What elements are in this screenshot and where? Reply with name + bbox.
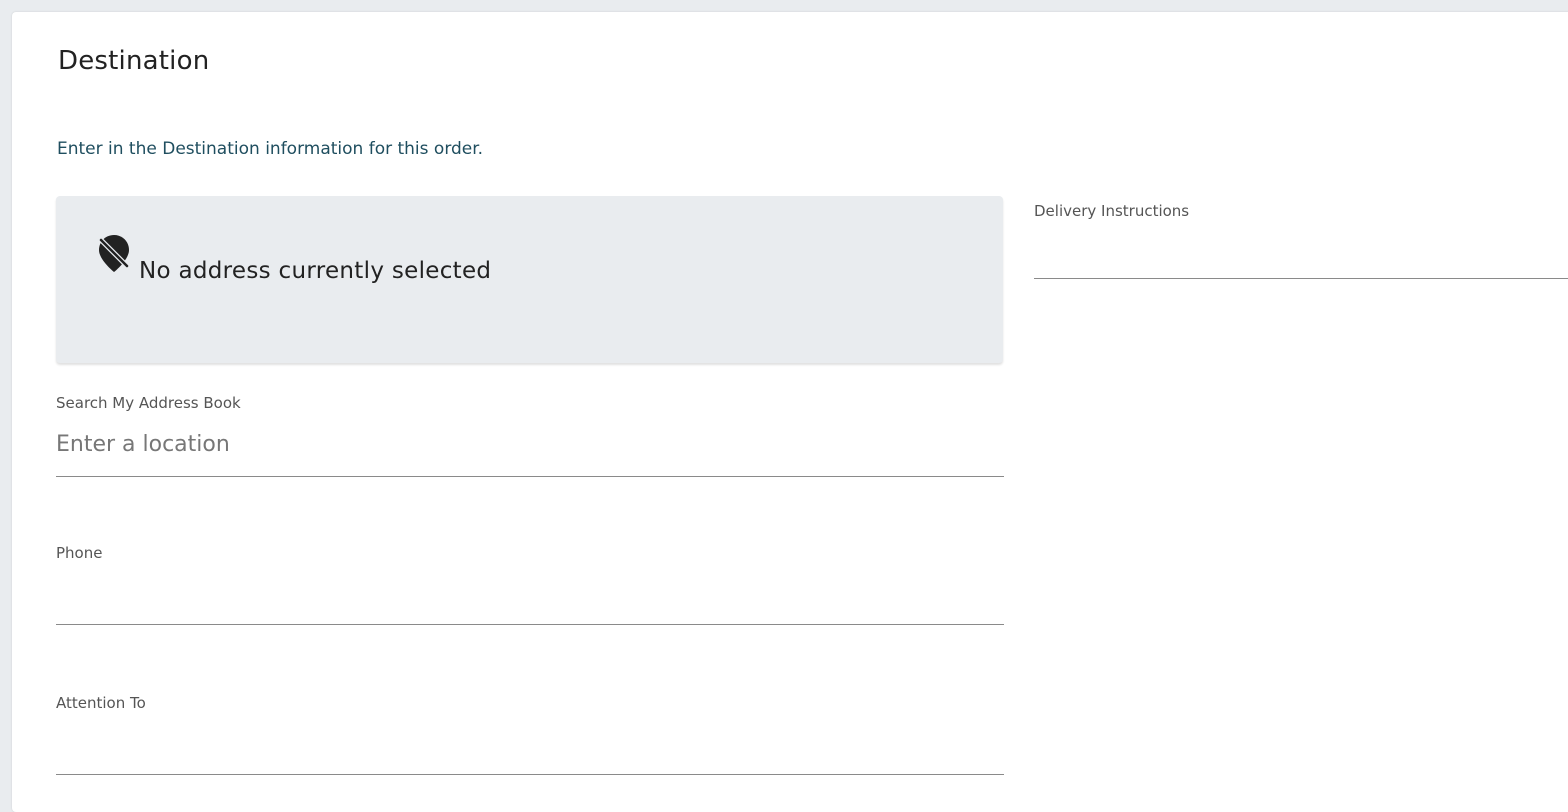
delivery-instructions-field: Delivery Instructions [1034, 202, 1568, 279]
phone-label: Phone [56, 544, 103, 562]
phone-field: Phone [56, 544, 1004, 625]
phone-input[interactable] [56, 578, 1004, 612]
attention-to-label: Attention To [56, 694, 146, 712]
attention-to-input[interactable] [56, 728, 1004, 762]
destination-card: Destination Enter in the Destination inf… [12, 12, 1568, 812]
attention-to-field: Attention To [56, 694, 1004, 775]
delivery-instructions-label: Delivery Instructions [1034, 202, 1190, 220]
address-search-input[interactable] [56, 427, 1004, 461]
destination-subtitle: Enter in the Destination information for… [57, 139, 484, 159]
address-search-field: Search My Address Book [56, 394, 1004, 477]
page-title: Destination [58, 46, 210, 76]
address-status-text: No address currently selected [139, 258, 492, 284]
location-off-icon [98, 235, 130, 272]
address-search-label: Search My Address Book [56, 394, 241, 412]
delivery-instructions-input[interactable] [1034, 236, 1568, 270]
selected-address-panel: No address currently selected [56, 196, 1003, 363]
